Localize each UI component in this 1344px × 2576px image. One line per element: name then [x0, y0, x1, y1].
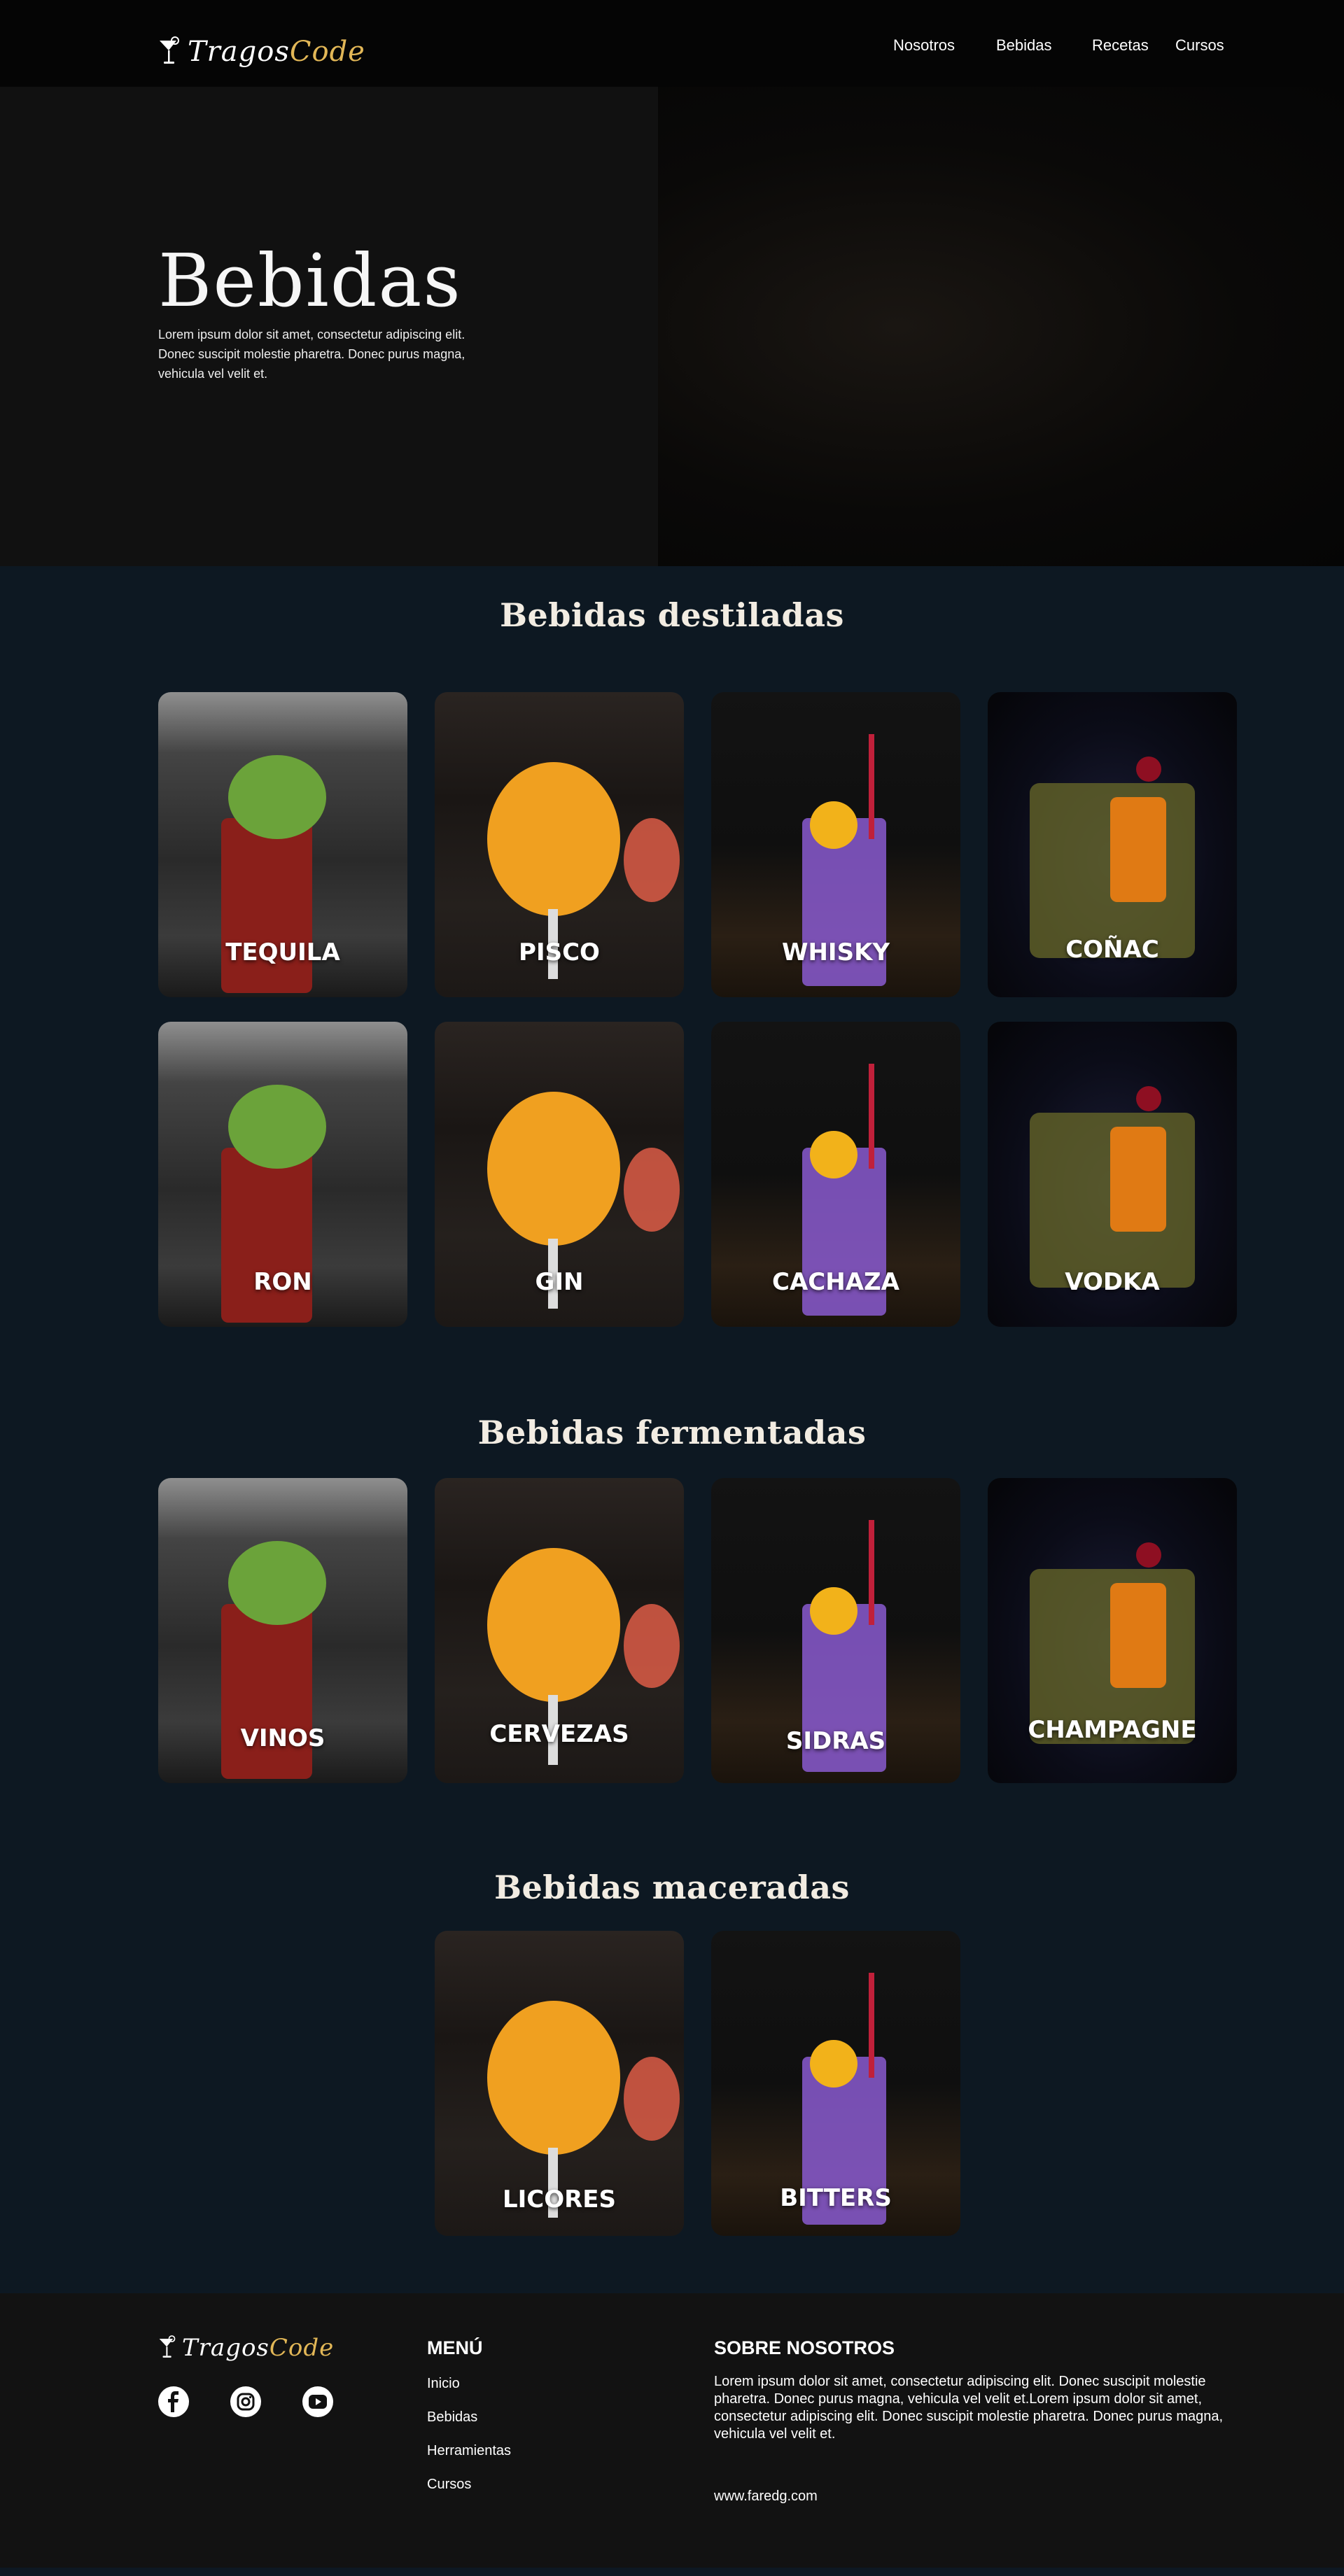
- nav-link-bebidas[interactable]: Bebidas: [996, 36, 1052, 55]
- footer-website-link[interactable]: www.faredg.com: [714, 2489, 818, 2505]
- drink-label: GIN: [535, 1268, 584, 1296]
- footer-menu-heading: MENÚ: [427, 2337, 483, 2358]
- section-title-destiladas: Bebidas destiladas: [500, 596, 844, 634]
- section-title-fermentadas: Bebidas fermentadas: [477, 1414, 867, 1451]
- drink-label: VINOS: [240, 1724, 326, 1752]
- brand-name: TragosCode: [188, 36, 365, 68]
- footer-link-inicio[interactable]: Inicio: [427, 2376, 460, 2392]
- youtube-icon[interactable]: [302, 2386, 333, 2417]
- drink-card-vodka[interactable]: VODKA: [988, 1022, 1237, 1327]
- drink-card-gin[interactable]: GIN: [435, 1022, 684, 1327]
- hero-image: [658, 87, 1344, 566]
- drink-label: TEQUILA: [225, 938, 340, 966]
- site-header: TragosCode Nosotros Bebidas Recetas Curs…: [0, 0, 1344, 87]
- site-footer: TragosCode MENÚ Inicio Bebidas Herramien…: [0, 2293, 1344, 2568]
- drink-card-cervezas[interactable]: CERVEZAS: [435, 1478, 684, 1783]
- footer-about-heading: SOBRE NOSOTROS: [714, 2337, 895, 2358]
- drink-label: LICORES: [502, 2186, 617, 2213]
- cocktail-glass-icon: [159, 2335, 176, 2358]
- drink-card-conac[interactable]: COÑAC: [988, 692, 1237, 997]
- section-title-maceradas: Bebidas maceradas: [494, 1868, 850, 1906]
- drink-card-tequila[interactable]: TEQUILA: [158, 692, 407, 997]
- cocktail-glass-icon: [160, 36, 179, 64]
- drink-label: SIDRAS: [785, 1727, 886, 1755]
- drink-card-cachaza[interactable]: CACHAZA: [711, 1022, 960, 1327]
- drink-label: BITTERS: [780, 2184, 892, 2212]
- footer-brand-logo[interactable]: TragosCode: [158, 2334, 334, 2362]
- footer-about-text: Lorem ipsum dolor sit amet, consectetur …: [714, 2374, 1224, 2442]
- drink-label: CHAMPAGNE: [1028, 1716, 1197, 1744]
- drink-card-bitters[interactable]: BITTERS: [711, 1931, 960, 2236]
- drink-card-champagne[interactable]: CHAMPAGNE: [988, 1478, 1237, 1783]
- drink-label: CERVEZAS: [489, 1720, 629, 1748]
- brand-logo[interactable]: TragosCode: [158, 36, 365, 68]
- page-title: Bebidas: [158, 238, 462, 323]
- drink-label: COÑAC: [1065, 936, 1159, 964]
- drink-label: RON: [253, 1268, 312, 1296]
- drink-card-vinos[interactable]: VINOS: [158, 1478, 407, 1783]
- drink-label: WHISKY: [781, 938, 890, 966]
- drink-card-pisco[interactable]: PISCO: [435, 692, 684, 997]
- brand-name: TragosCode: [182, 2334, 335, 2362]
- instagram-icon[interactable]: [230, 2386, 261, 2417]
- nav-link-recetas[interactable]: Recetas: [1092, 36, 1149, 55]
- hero-banner: Bebidas Lorem ipsum dolor sit amet, cons…: [0, 87, 1344, 566]
- drink-label: VODKA: [1065, 1268, 1160, 1296]
- nav-link-cursos[interactable]: Cursos: [1175, 36, 1224, 55]
- drink-label: CACHAZA: [772, 1268, 899, 1296]
- footer-link-bebidas[interactable]: Bebidas: [427, 2409, 477, 2426]
- facebook-icon[interactable]: [158, 2386, 189, 2417]
- drink-label: PISCO: [519, 938, 600, 966]
- drink-card-whisky[interactable]: WHISKY: [711, 692, 960, 997]
- nav-link-nosotros[interactable]: Nosotros: [893, 36, 955, 55]
- drink-card-ron[interactable]: RON: [158, 1022, 407, 1327]
- page-bottom-strip: [0, 2568, 1344, 2576]
- footer-link-herramientas[interactable]: Herramientas: [427, 2443, 511, 2459]
- footer-link-cursos[interactable]: Cursos: [427, 2477, 471, 2493]
- drink-card-licores[interactable]: LICORES: [435, 1931, 684, 2236]
- hero-description: Lorem ipsum dolor sit amet, consectetur …: [158, 328, 465, 381]
- drink-card-sidras[interactable]: SIDRAS: [711, 1478, 960, 1783]
